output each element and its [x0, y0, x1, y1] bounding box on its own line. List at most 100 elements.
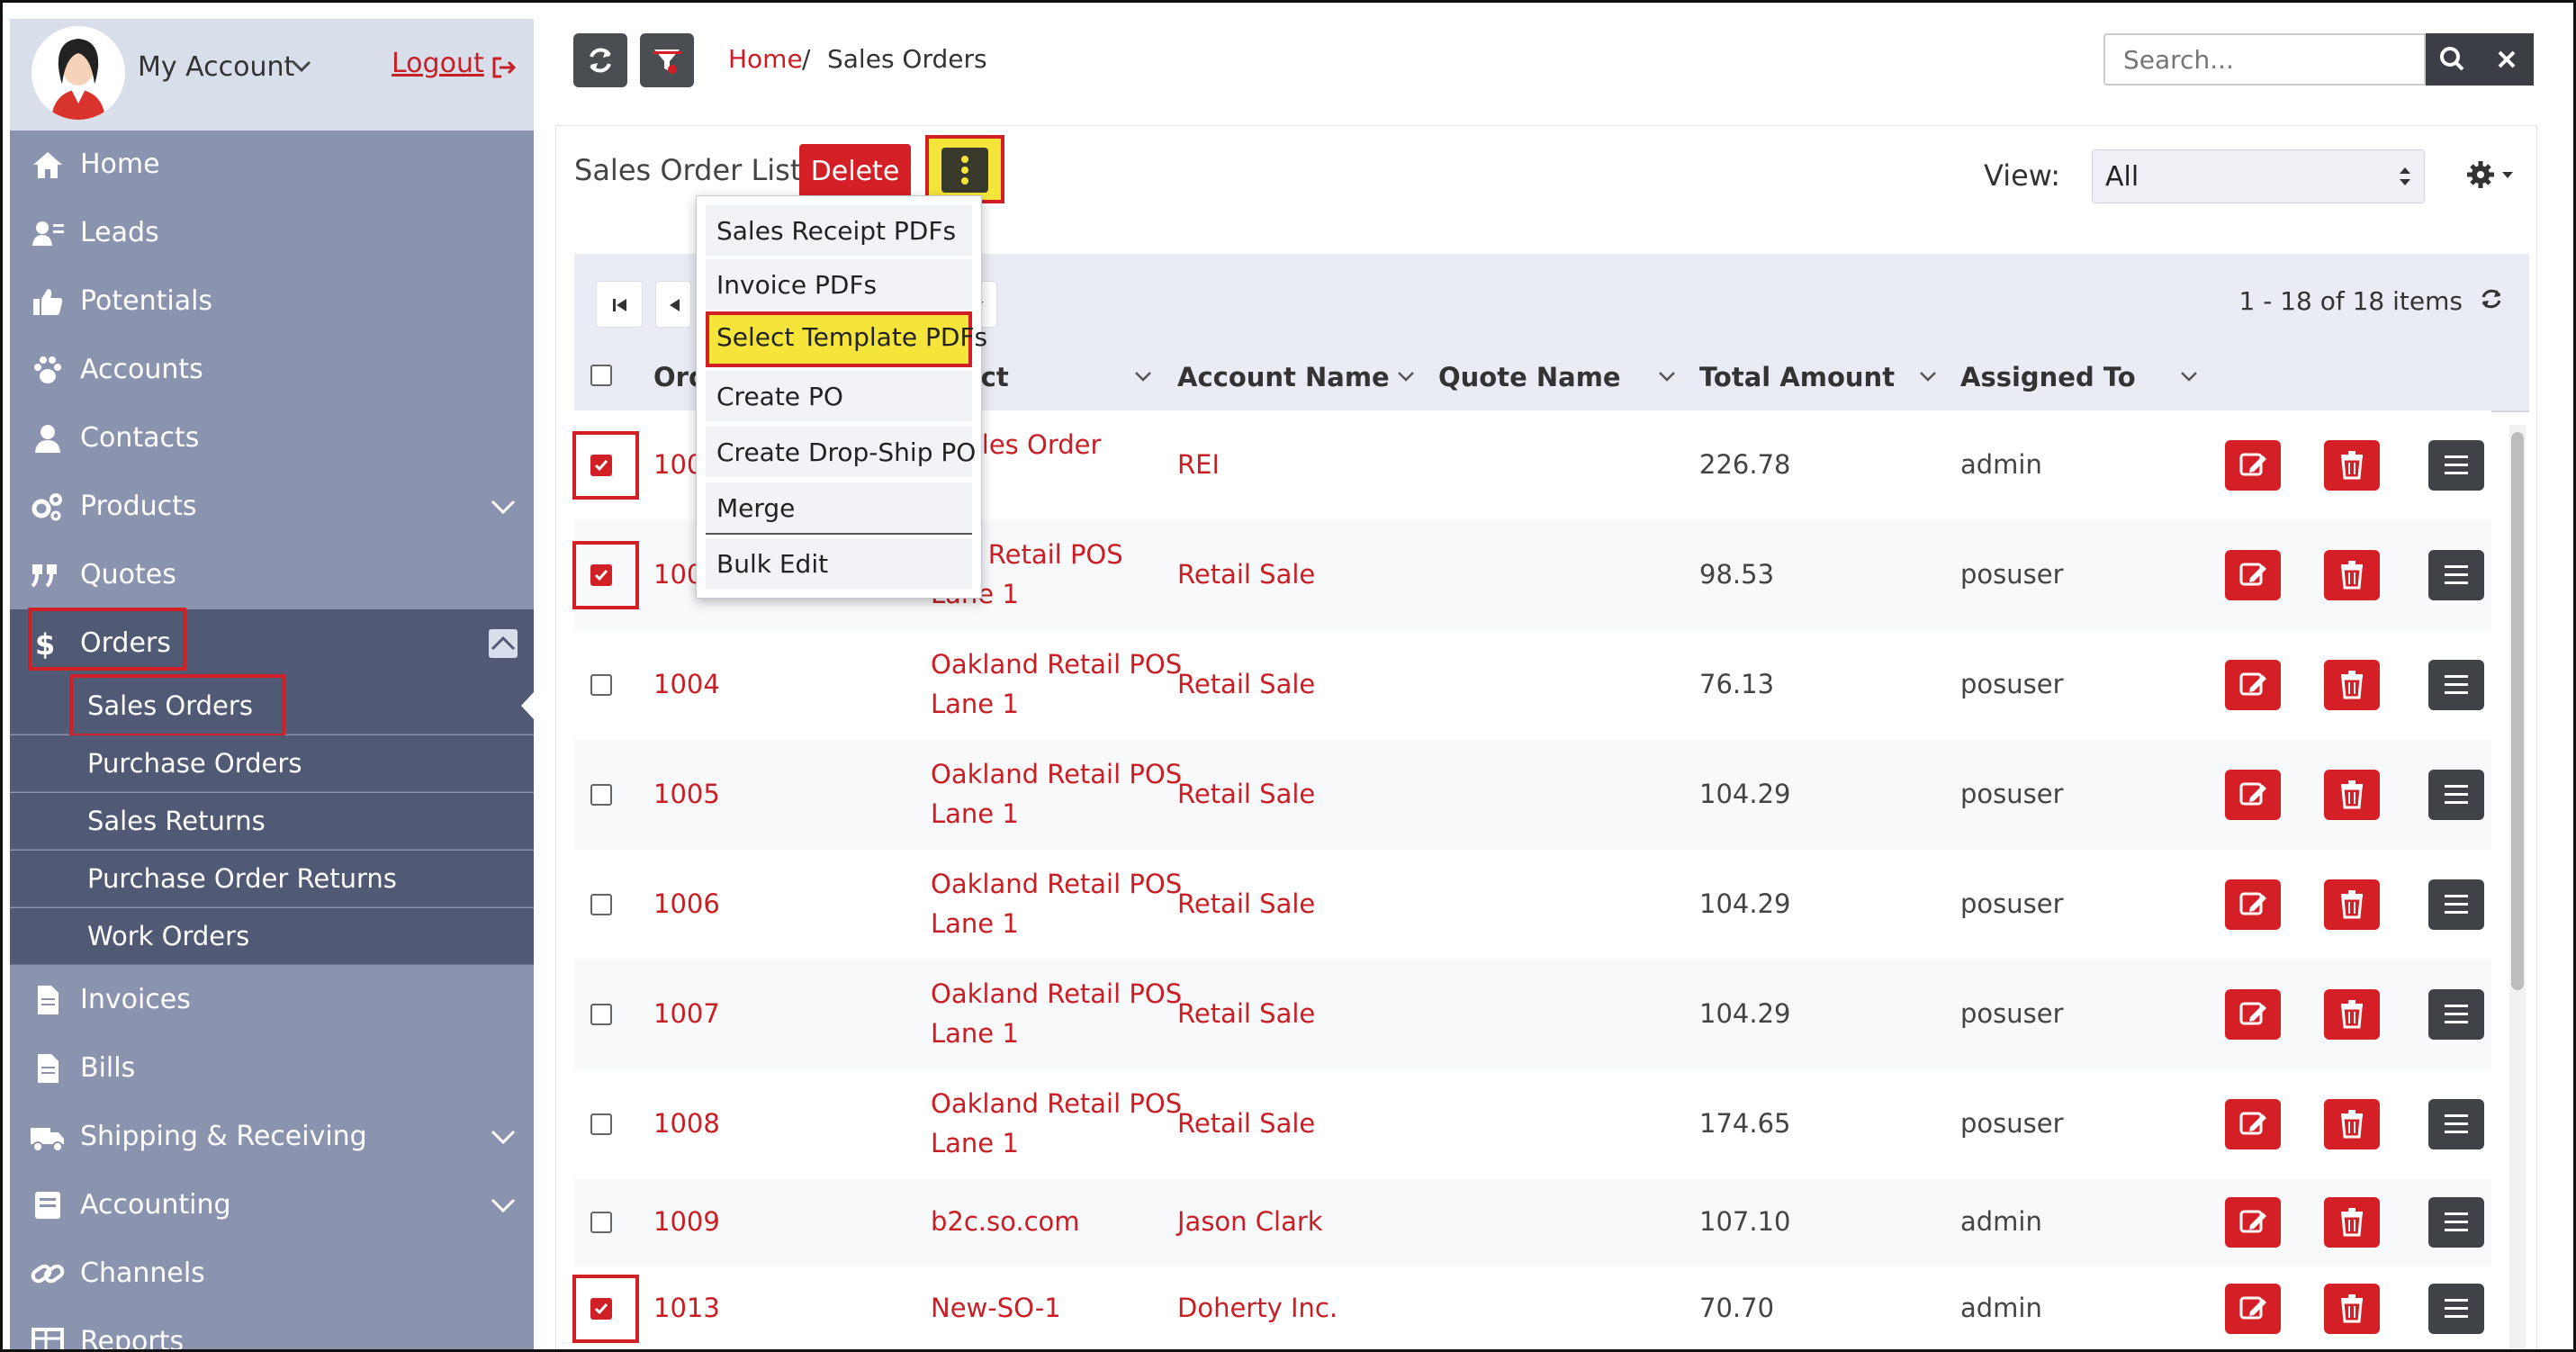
search-input[interactable]: [2103, 33, 2426, 86]
row-menu-button[interactable]: [2428, 1197, 2484, 1248]
subject-link[interactable]: Oakland Retail POS: [931, 869, 1182, 899]
sidebar-item-accounting[interactable]: Accounting: [10, 1171, 534, 1239]
column-menu-icon[interactable]: [1395, 367, 1417, 385]
delete-row-button[interactable]: [2324, 989, 2380, 1040]
sidebar-subitem-purchase-order-returns[interactable]: Purchase Order Returns: [10, 851, 534, 907]
edit-button[interactable]: [2225, 660, 2281, 710]
column-header-account-name[interactable]: Account Name: [1177, 362, 1390, 392]
first-page-button[interactable]: [596, 281, 643, 328]
table-row[interactable]: [574, 850, 2491, 960]
sidebar-item-home[interactable]: Home: [10, 131, 534, 199]
delete-row-button[interactable]: [2324, 1197, 2380, 1248]
menu-item-bulk-edit[interactable]: Bulk Edit: [706, 538, 972, 589]
row-checkbox[interactable]: [590, 1004, 612, 1025]
sidebar-item-accounts[interactable]: Accounts: [10, 336, 534, 404]
table-row[interactable]: [574, 1069, 2491, 1179]
sidebar-item-reports[interactable]: Reports: [10, 1308, 534, 1349]
clear-search-button[interactable]: [2480, 33, 2534, 86]
my-account-menu[interactable]: My Account: [138, 51, 294, 83]
refresh-icon[interactable]: [2477, 284, 2506, 313]
sidebar-item-channels[interactable]: Channels: [10, 1239, 534, 1308]
subject-link-line2[interactable]: Lane 1: [931, 1128, 1019, 1158]
subject-link-line2[interactable]: Lane 1: [931, 1018, 1019, 1049]
column-header-assigned-to[interactable]: Assigned To: [1960, 362, 2136, 392]
sidebar-item-shipping-receiving[interactable]: Shipping & Receiving: [10, 1103, 534, 1171]
settings-gear-icon[interactable]: [2464, 157, 2518, 193]
subject-link[interactable]: b2c.so.com: [931, 1206, 1080, 1237]
order-number-link[interactable]: 1005: [653, 779, 720, 809]
menu-item-create-drop-ship-po[interactable]: Create Drop-Ship PO: [706, 427, 976, 477]
column-menu-icon[interactable]: [1132, 367, 1154, 385]
account-name-link[interactable]: REI: [1177, 449, 1220, 480]
sidebar-item-invoices[interactable]: Invoices: [10, 966, 534, 1034]
view-select[interactable]: All: [2092, 149, 2425, 203]
account-name-link[interactable]: Retail Sale: [1177, 779, 1315, 809]
logout-link[interactable]: Logout: [392, 48, 484, 79]
table-row[interactable]: [574, 630, 2491, 740]
chevron-down-icon[interactable]: [291, 59, 312, 75]
order-number-link[interactable]: 1004: [653, 669, 720, 699]
row-checkbox[interactable]: [590, 1113, 612, 1135]
delete-row-button[interactable]: [2324, 1099, 2380, 1149]
row-menu-button[interactable]: [2428, 1099, 2484, 1149]
edit-button[interactable]: [2225, 440, 2281, 491]
table-row[interactable]: [574, 740, 2491, 850]
subject-link-line2[interactable]: Lane 1: [931, 908, 1019, 939]
edit-button[interactable]: [2225, 550, 2281, 600]
edit-button[interactable]: [2225, 989, 2281, 1040]
menu-item-invoice-pdfs[interactable]: Invoice PDFs: [706, 259, 972, 310]
sidebar-item-leads[interactable]: Leads: [10, 199, 534, 267]
more-actions-button[interactable]: [925, 135, 1004, 203]
delete-row-button[interactable]: [2324, 1284, 2380, 1334]
table-row[interactable]: [574, 1266, 2491, 1349]
breadcrumb-home[interactable]: Home: [728, 44, 803, 74]
row-menu-button[interactable]: [2428, 770, 2484, 820]
account-name-link[interactable]: Doherty Inc.: [1177, 1293, 1338, 1323]
menu-item-sales-receipt-pdfs[interactable]: Sales Receipt PDFs: [706, 205, 972, 256]
column-menu-icon[interactable]: [1917, 367, 1939, 385]
sidebar-item-products[interactable]: Products: [10, 473, 534, 541]
subject-link-line2[interactable]: Lane 1: [931, 798, 1019, 829]
sidebar-item-potentials[interactable]: Potentials: [10, 267, 534, 336]
edit-button[interactable]: [2225, 1284, 2281, 1334]
row-menu-button[interactable]: [2428, 1284, 2484, 1334]
delete-row-button[interactable]: [2324, 550, 2380, 600]
avatar[interactable]: [32, 26, 125, 120]
account-name-link[interactable]: Retail Sale: [1177, 998, 1315, 1029]
account-name-link[interactable]: Retail Sale: [1177, 559, 1315, 590]
edit-button[interactable]: [2225, 879, 2281, 930]
subject-link[interactable]: Oakland Retail POS: [931, 649, 1182, 680]
column-menu-icon[interactable]: [2178, 367, 2200, 385]
delete-row-button[interactable]: [2324, 440, 2380, 491]
edit-button[interactable]: [2225, 1099, 2281, 1149]
table-row[interactable]: [574, 1179, 2491, 1266]
subject-link[interactable]: Oakland Retail POS: [931, 1088, 1182, 1119]
table-row[interactable]: [574, 960, 2491, 1069]
row-menu-button[interactable]: [2428, 660, 2484, 710]
account-name-link[interactable]: Retail Sale: [1177, 669, 1315, 699]
account-name-link[interactable]: Retail Sale: [1177, 1108, 1315, 1139]
order-number-link[interactable]: 1007: [653, 998, 720, 1029]
row-menu-button[interactable]: [2428, 440, 2484, 491]
order-number-link[interactable]: 1009: [653, 1206, 720, 1237]
subject-link[interactable]: Oakland Retail POS: [931, 759, 1182, 789]
order-number-link[interactable]: 1006: [653, 888, 720, 919]
search-button[interactable]: [2426, 33, 2480, 86]
order-number-link[interactable]: 1008: [653, 1108, 720, 1139]
refresh-button[interactable]: [573, 33, 627, 87]
delete-button[interactable]: Delete: [799, 144, 911, 200]
sidebar-subitem-sales-returns[interactable]: Sales Returns: [10, 793, 534, 850]
delete-row-button[interactable]: [2324, 660, 2380, 710]
column-header-total-amount[interactable]: Total Amount: [1699, 362, 1895, 392]
edit-button[interactable]: [2225, 770, 2281, 820]
menu-item-select-template-pdfs[interactable]: Select Template PDFs: [706, 311, 987, 367]
edit-button[interactable]: [2225, 1197, 2281, 1248]
prev-page-button[interactable]: [655, 281, 691, 328]
sidebar-subitem-work-orders[interactable]: Work Orders: [10, 908, 534, 965]
row-checkbox[interactable]: [590, 1212, 612, 1233]
sidebar-subitem-purchase-orders[interactable]: Purchase Orders: [10, 735, 534, 792]
row-checkbox[interactable]: [590, 894, 612, 915]
menu-item-create-po[interactable]: Create PO: [706, 371, 972, 421]
row-checkbox[interactable]: [590, 784, 612, 806]
account-name-link[interactable]: Jason Clark: [1177, 1206, 1323, 1237]
